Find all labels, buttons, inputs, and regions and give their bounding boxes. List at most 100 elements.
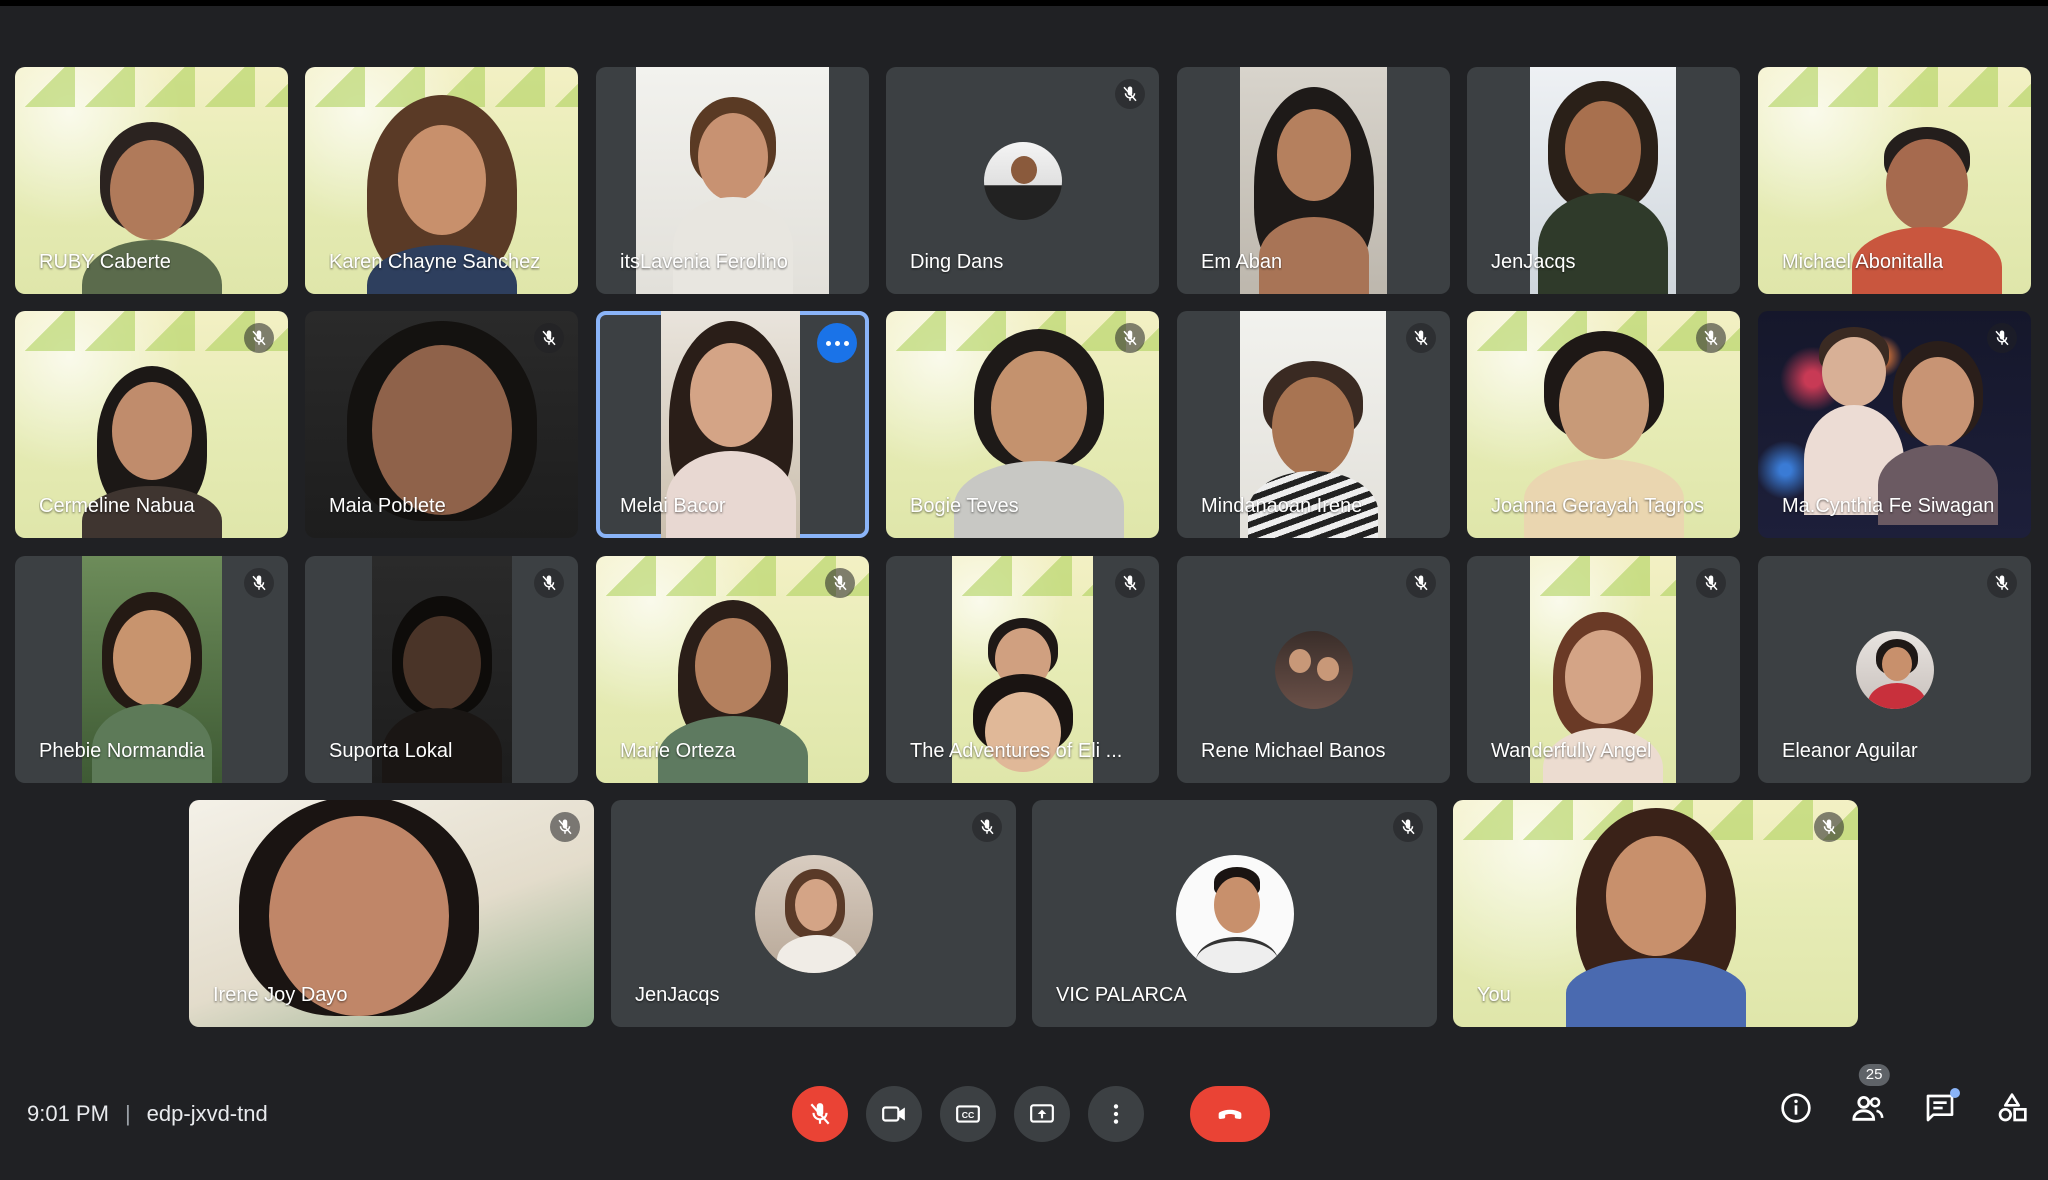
side-panel-buttons: 25: [1778, 1064, 2030, 1126]
participant-name: Eleanor Aguilar: [1782, 740, 1918, 762]
chat-button[interactable]: [1922, 1088, 1960, 1126]
participant-name: Marie Orteza: [620, 740, 736, 762]
hang-up-icon: [1218, 1109, 1242, 1119]
participant-name: Wanderfully Angel: [1491, 740, 1652, 762]
present-screen-button[interactable]: [1014, 1086, 1070, 1142]
participant-name: Ma.Cynthia Fe Siwagan: [1782, 495, 1995, 517]
present-screen-icon: [1030, 1104, 1054, 1123]
participant-tile[interactable]: JenJacqs: [611, 800, 1016, 1027]
camera-icon: [882, 1106, 905, 1122]
bottom-toolbar: 9:01 PM | edp-jxvd-tnd CC 25: [0, 1050, 2048, 1180]
participants-grid: RUBY Caberte Karen Chayne Sanchez itsLav…: [0, 0, 2048, 1050]
participant-tile[interactable]: The Adventures of Eli ...: [886, 556, 1159, 783]
meeting-info: 9:01 PM | edp-jxvd-tnd: [27, 1101, 268, 1127]
participant-name: Joanna Gerayah Tagros: [1491, 495, 1705, 517]
participant-name: VIC PALARCA: [1056, 984, 1187, 1006]
microphone-off-icon: [1987, 568, 2017, 598]
participant-name: JenJacqs: [635, 984, 720, 1006]
participant-tile[interactable]: Maia Poblete: [305, 311, 578, 538]
participant-tile[interactable]: Ding Dans: [886, 67, 1159, 294]
meeting-separator: |: [124, 1101, 131, 1126]
people-icon: [1852, 1095, 1884, 1121]
more-vertical-icon: [1113, 1104, 1119, 1124]
microphone-toggle-button[interactable]: [792, 1086, 848, 1142]
meeting-time: 9:01 PM: [27, 1101, 109, 1126]
participant-tile[interactable]: JenJacqs: [1467, 67, 1740, 294]
participant-name: The Adventures of Eli ...: [910, 740, 1123, 762]
microphone-off-icon: [244, 568, 274, 598]
participant-avatar: [1853, 628, 1936, 711]
microphone-off-icon: [534, 323, 564, 353]
participant-name: Phebie Normandia: [39, 740, 205, 762]
activities-button[interactable]: [1994, 1090, 2030, 1126]
participant-name: Melai Bacor: [620, 495, 726, 517]
participant-video: [1523, 331, 1684, 538]
participant-name: RUBY Caberte: [39, 251, 171, 273]
microphone-off-icon: [972, 812, 1002, 842]
microphone-off-icon: [1814, 812, 1844, 842]
leave-call-button[interactable]: [1190, 1086, 1270, 1142]
microphone-off-icon: [550, 812, 580, 842]
participant-name: Maia Poblete: [329, 495, 446, 517]
participant-tile[interactable]: Eleanor Aguilar: [1758, 556, 2031, 783]
participant-name: Rene Michael Banos: [1201, 740, 1386, 762]
more-options-icon[interactable]: [817, 323, 857, 363]
microphone-off-icon: [825, 568, 855, 598]
participant-name: Ding Dans: [910, 251, 1004, 273]
participant-video: [1565, 808, 1746, 1027]
participant-tile[interactable]: Joanna Gerayah Tagros: [1467, 311, 1740, 538]
participant-tile[interactable]: Irene Joy Dayo: [189, 800, 594, 1027]
participant-tile[interactable]: Bogie Teves: [886, 311, 1159, 538]
microphone-off-icon: [1696, 568, 1726, 598]
unread-indicator: [1950, 1088, 1960, 1098]
captions-button[interactable]: CC: [940, 1086, 996, 1142]
participant-name: You: [1477, 984, 1511, 1006]
participant-tile[interactable]: Suporta Lokal: [305, 556, 578, 783]
participant-name: JenJacqs: [1491, 251, 1576, 273]
participant-tile[interactable]: Michael Abonitalla: [1758, 67, 2031, 294]
participant-name: Suporta Lokal: [329, 740, 453, 762]
participant-tile[interactable]: Em Aban: [1177, 67, 1450, 294]
participant-tile[interactable]: Melai Bacor: [596, 311, 869, 538]
microphone-off-icon: [1115, 323, 1145, 353]
microphone-off-icon: [810, 1103, 830, 1125]
participant-tile[interactable]: Marie Orteza: [596, 556, 869, 783]
meeting-details-button[interactable]: [1778, 1090, 1814, 1126]
participant-tile[interactable]: Phebie Normandia: [15, 556, 288, 783]
participant-name: Mindanaoan Irene: [1201, 495, 1363, 517]
microphone-off-icon: [1406, 323, 1436, 353]
participant-name: Bogie Teves: [910, 495, 1019, 517]
info-icon: [1781, 1093, 1811, 1123]
participant-tile[interactable]: You: [1453, 800, 1858, 1027]
microphone-off-icon: [1987, 323, 2017, 353]
call-controls: CC: [792, 1086, 1270, 1142]
svg-text:CC: CC: [962, 1110, 975, 1120]
participant-tile[interactable]: Wanderfully Angel: [1467, 556, 1740, 783]
participant-name: Karen Chayne Sanchez: [329, 251, 541, 273]
participant-name: Michael Abonitalla: [1782, 251, 1944, 273]
participants-button[interactable]: 25: [1850, 1064, 1890, 1126]
microphone-off-icon: [1406, 568, 1436, 598]
participant-tile[interactable]: Mindanaoan Irene: [1177, 311, 1450, 538]
more-options-button[interactable]: [1088, 1086, 1144, 1142]
participants-count-badge: 25: [1858, 1064, 1890, 1086]
participant-avatar: [1272, 628, 1355, 711]
participant-tile[interactable]: RUBY Caberte: [15, 67, 288, 294]
participant-avatar: [752, 852, 875, 975]
microphone-off-icon: [1115, 79, 1145, 109]
participant-tile[interactable]: VIC PALARCA: [1032, 800, 1437, 1027]
activities-icon: [1998, 1093, 2027, 1122]
microphone-off-icon: [244, 323, 274, 353]
participant-tile[interactable]: Karen Chayne Sanchez: [305, 67, 578, 294]
participant-tile[interactable]: itsLavenia Ferolino: [596, 67, 869, 294]
participant-name: Cermeline Nabua: [39, 495, 195, 517]
participant-name: Irene Joy Dayo: [213, 984, 348, 1006]
participant-tile[interactable]: Rene Michael Banos: [1177, 556, 1450, 783]
camera-toggle-button[interactable]: [866, 1086, 922, 1142]
microphone-off-icon: [534, 568, 564, 598]
participant-name: itsLavenia Ferolino: [620, 251, 788, 273]
participant-tile[interactable]: Ma.Cynthia Fe Siwagan: [1758, 311, 2031, 538]
participant-avatar: [981, 139, 1064, 222]
closed-captions-icon: CC: [956, 1105, 980, 1123]
participant-tile[interactable]: Cermeline Nabua: [15, 311, 288, 538]
